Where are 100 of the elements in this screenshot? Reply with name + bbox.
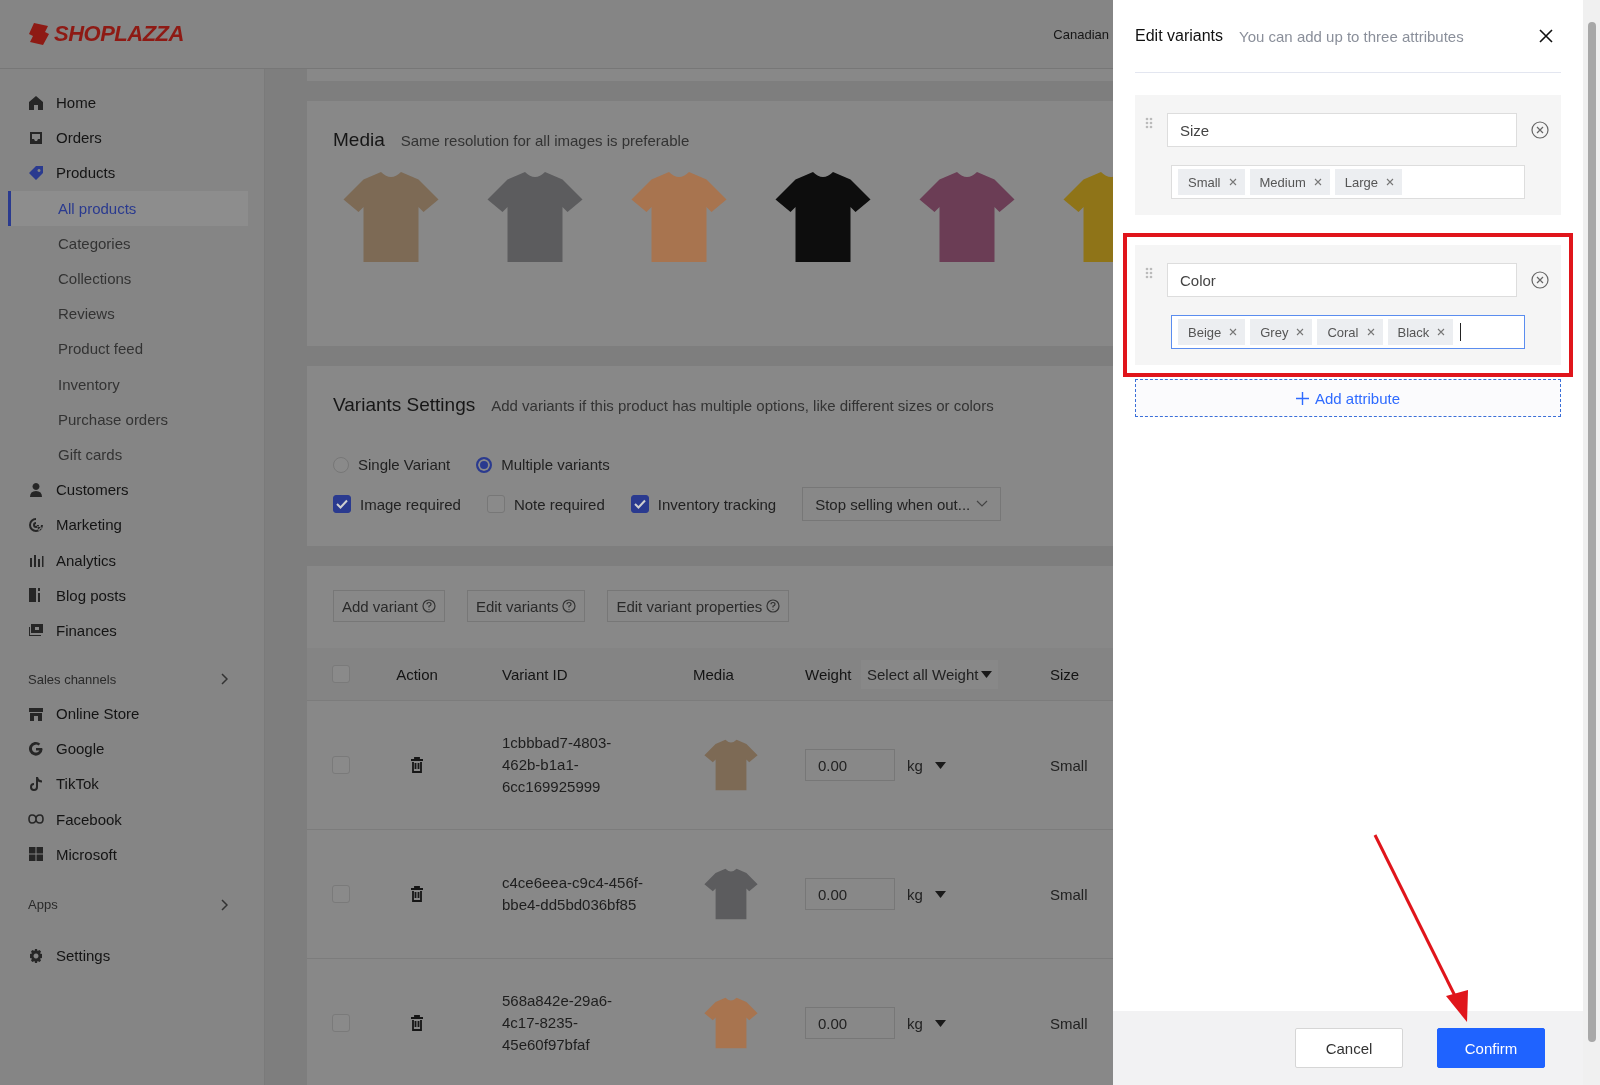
checkbox-label: Image required (360, 495, 461, 513)
sidebar-item[interactable]: Analytics (8, 542, 248, 578)
music-note-icon (28, 775, 44, 792)
chevron-right-icon[interactable] (220, 898, 228, 911)
weight-input[interactable]: 0.00 (805, 878, 895, 910)
sidebar-item[interactable]: Microsoft (8, 836, 248, 872)
sidebar-subitem[interactable]: Product feed (8, 331, 248, 367)
variant-id: 568a842e-29a6-4c17-8235-45e60f97bfaf (502, 991, 614, 1055)
sidebar-subitem[interactable]: Categories (8, 225, 248, 261)
table-cell: Small (1050, 756, 1088, 774)
variant-id: 1cbbbad7-4803-462b-b1a1-6cc169925999 (502, 733, 613, 797)
value-tag: Grey (1250, 319, 1313, 345)
value-tag: Black (1387, 319, 1454, 345)
sidebar-item[interactable]: Orders (8, 120, 248, 156)
tshirt-image (703, 737, 759, 793)
sidebar-item[interactable]: Finances (8, 612, 248, 648)
attribute-name-field[interactable]: Color (1167, 263, 1517, 297)
checkbox[interactable] (333, 495, 351, 513)
sidebar-item[interactable]: TikTok (8, 766, 248, 802)
sidebar-item[interactable]: Home (8, 85, 248, 121)
sidebar-subitem[interactable]: Gift cards (8, 436, 248, 473)
section-title: Apps (28, 897, 58, 913)
column-header: Variant ID (502, 665, 568, 683)
variant-action-button[interactable]: Edit variants (466, 590, 586, 622)
sidebar-subitem[interactable]: Reviews (8, 296, 248, 332)
drawer-title: Edit variants (1135, 27, 1224, 45)
cancel-button[interactable]: Cancel (1295, 1028, 1403, 1068)
tshirt-image (703, 995, 759, 1051)
caret-down-icon[interactable] (934, 1019, 946, 1027)
column-header: Weight (805, 665, 852, 683)
caret-down-icon[interactable] (934, 890, 946, 898)
sidebar-subitem[interactable]: Collections (8, 260, 248, 297)
remove-icon[interactable] (1531, 271, 1549, 289)
chevron-right-icon[interactable] (220, 673, 228, 685)
trash-icon[interactable] (410, 1015, 424, 1031)
inbox-icon (28, 129, 44, 146)
drawer-hint: You can add up to three attributes (1239, 27, 1465, 45)
caret-down-icon[interactable] (934, 761, 946, 769)
scrollbar[interactable] (1583, 0, 1600, 1085)
weight-input[interactable]: 0.00 (805, 1007, 895, 1039)
sidebar-item[interactable]: Blog posts (8, 577, 248, 613)
sidebar-item[interactable]: Facebook (8, 801, 248, 837)
unit-select[interactable]: kg (907, 885, 923, 903)
value-tag: Beige (1178, 319, 1246, 345)
help-icon (766, 599, 781, 613)
variant-action-button[interactable]: Edit variant properties (607, 590, 790, 622)
help-icon (421, 599, 436, 613)
value-tag: Medium (1249, 169, 1330, 195)
radio-button[interactable] (476, 456, 493, 473)
google-g-icon (28, 740, 44, 757)
unit-select[interactable]: kg (907, 1014, 923, 1032)
sidebar-item[interactable]: Customers (8, 472, 248, 508)
sidebar-item[interactable]: Online Store (8, 696, 248, 732)
chevron-down-icon (976, 500, 989, 508)
section-hint: Same resolution for all images is preferable (400, 132, 690, 149)
confirm-button[interactable]: Confirm (1437, 1028, 1545, 1068)
table-cell: Small (1050, 885, 1088, 903)
variant-action-button[interactable]: Add variant (333, 590, 445, 622)
select-all-weight-dropdown[interactable]: Select all Weight (861, 659, 999, 689)
column-header: Size (1050, 665, 1080, 683)
unit-select[interactable]: kg (907, 756, 923, 774)
section-title: Variants Settings (333, 394, 476, 416)
checkbox-label: Inventory tracking (657, 495, 777, 513)
wallet-icon (28, 622, 44, 639)
plus-icon (1295, 391, 1309, 405)
section-title: Sales channels (28, 671, 117, 687)
weight-input[interactable]: 0.00 (805, 749, 895, 781)
remove-icon[interactable] (1531, 121, 1549, 139)
store-icon (28, 705, 44, 722)
tshirt-image (703, 866, 759, 922)
sidebar-item[interactable]: Marketing (8, 507, 248, 543)
out-of-stock-select[interactable]: Stop selling when out... (802, 487, 1002, 521)
sidebar-subitem[interactable]: All products (8, 190, 248, 226)
person-icon (28, 481, 44, 498)
value-tag: Coral (1317, 319, 1383, 345)
checkbox-label: Note required (513, 495, 605, 513)
add-attribute-button[interactable]: Add attribute (1135, 379, 1561, 417)
home-icon (28, 94, 44, 111)
sidebar-item[interactable]: Products (8, 155, 248, 191)
sidebar-subitem[interactable]: Inventory (8, 366, 248, 402)
store-name: Canadian (1053, 26, 1109, 42)
value-tag: Small (1178, 169, 1245, 195)
sidebar-item[interactable]: Google (8, 731, 248, 767)
close-icon[interactable] (1539, 29, 1553, 43)
value-tag: Large (1334, 169, 1402, 195)
column-header: Media (693, 665, 734, 683)
section-hint: Add variants if this product has multiple options, like different sizes or colors (491, 397, 994, 414)
trash-icon[interactable] (410, 886, 424, 902)
sidebar-subitem[interactable]: Purchase orders (8, 401, 248, 437)
grid-icon (28, 846, 44, 863)
checkbox[interactable] (630, 495, 649, 513)
sidebar-item[interactable]: Settings (8, 937, 248, 974)
caret-down-icon (981, 670, 993, 678)
tag-icon (28, 164, 44, 181)
section-title: Media (333, 129, 385, 151)
bars-icon (28, 552, 44, 569)
variant-id: c4ce6eea-c9c4-456f-bbe4-dd5bd036bf85 (502, 873, 643, 915)
trash-icon[interactable] (410, 757, 424, 773)
attribute-name-field[interactable]: Size (1167, 113, 1517, 147)
column-header: Action (396, 665, 438, 683)
